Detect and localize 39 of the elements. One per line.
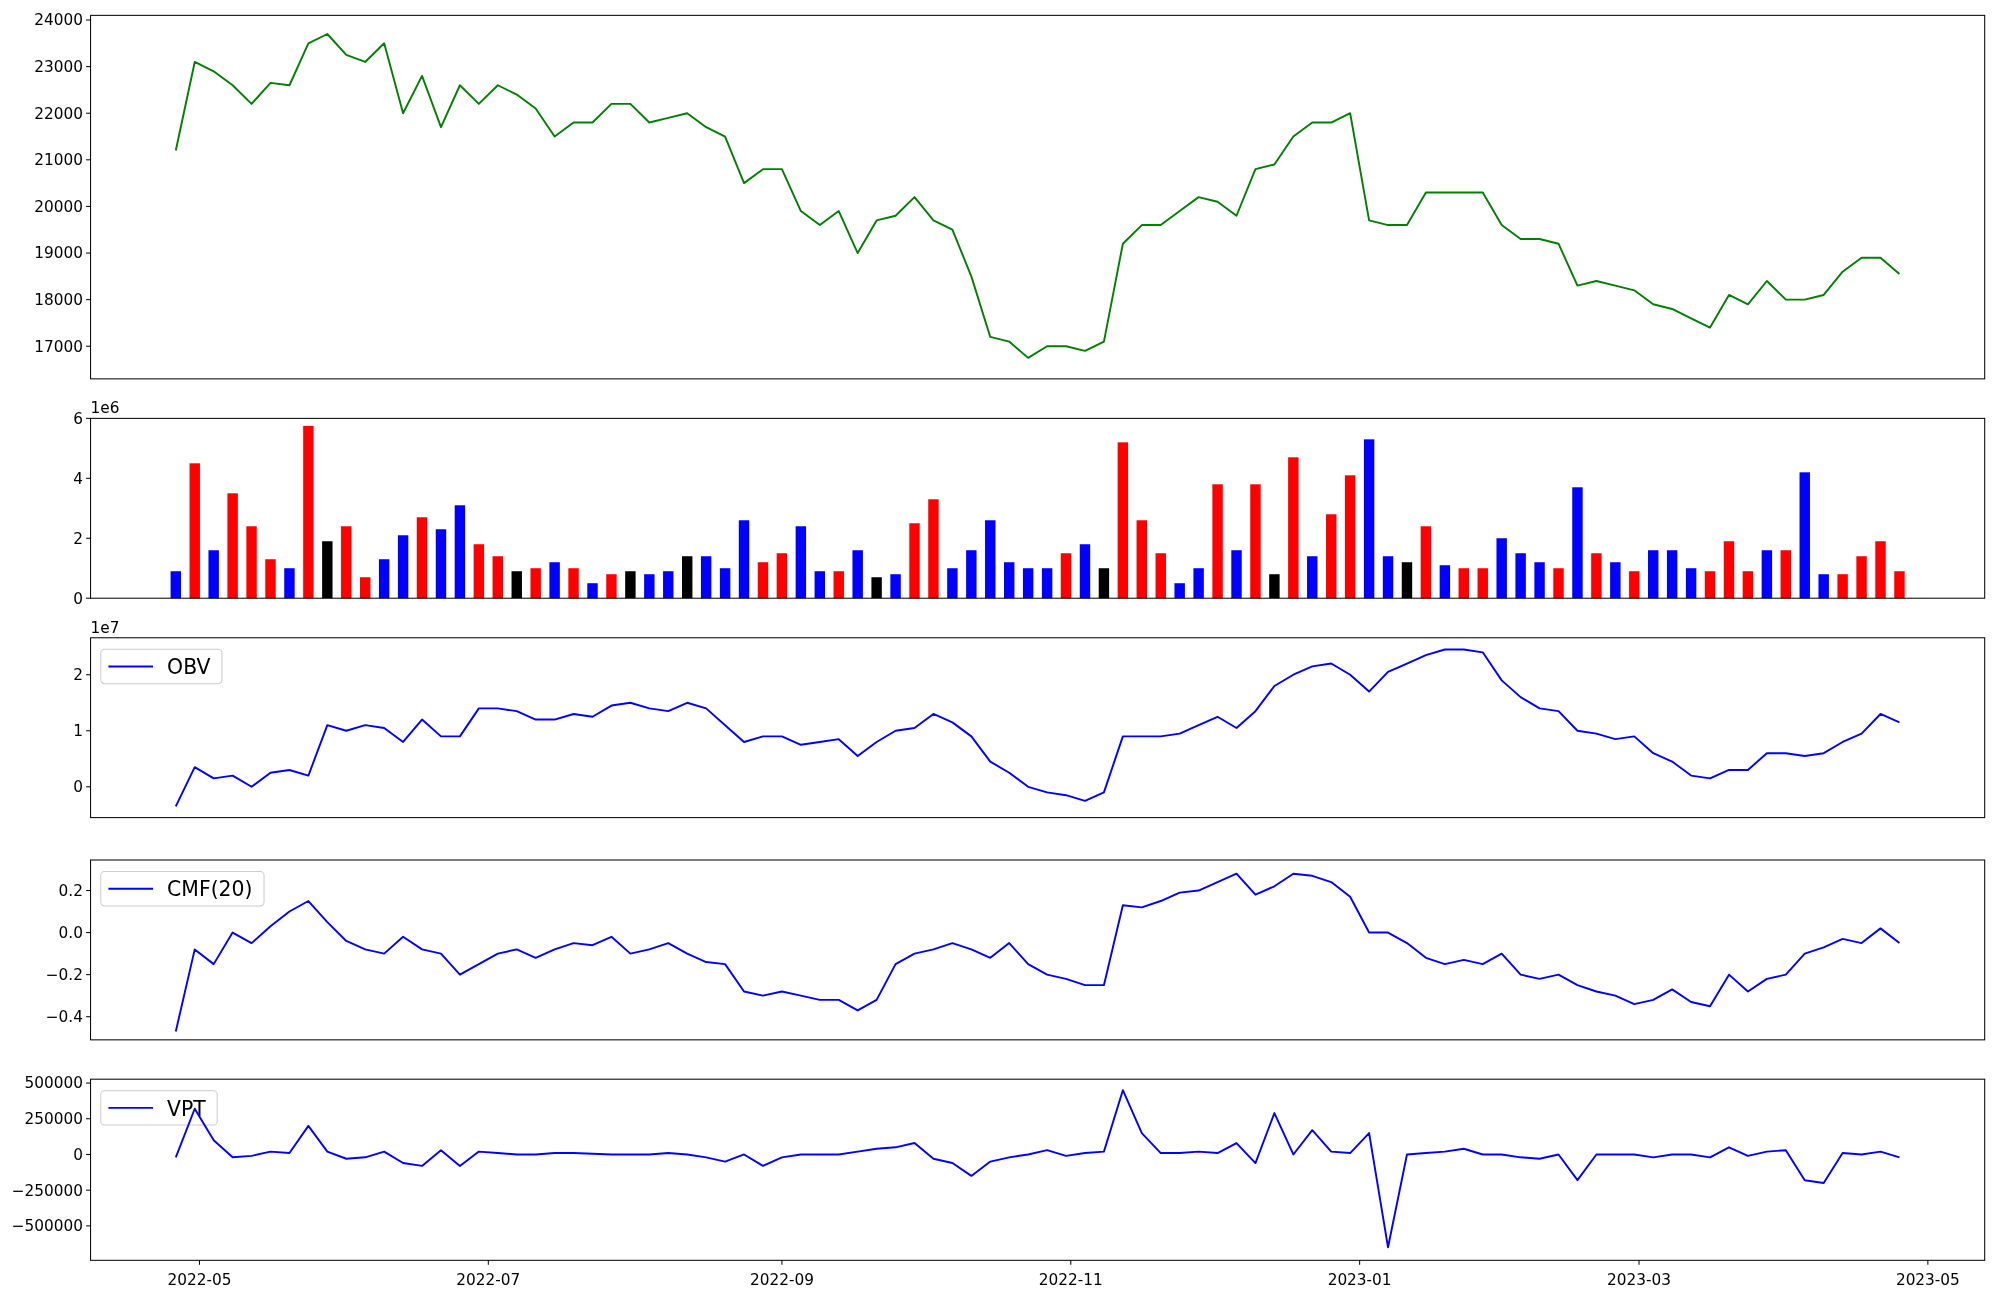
x-tick-label: 2022-07 (456, 1270, 521, 1289)
y-tick-label: 0 (73, 589, 83, 608)
y-tick-label: 23000 (34, 57, 83, 76)
y-tick-label: 17000 (34, 337, 83, 356)
y-tick-label: 2 (73, 529, 83, 548)
legend-line-icon (107, 887, 154, 890)
y-tick-label: −0.4 (45, 1007, 83, 1026)
y-tick-label: 22000 (34, 104, 83, 123)
y-tick-label: 0.0 (58, 923, 83, 942)
y-tick-label: 21000 (34, 151, 83, 170)
legend-label: VPT (167, 1096, 206, 1121)
legend-line-icon (107, 665, 154, 668)
legend-label: CMF(20) (167, 877, 253, 902)
y-tick-label: 4 (73, 469, 83, 488)
y-tick-label: −0.2 (45, 965, 83, 984)
x-tick-label: 2022-05 (167, 1270, 232, 1289)
y-tick-label: 1 (73, 722, 83, 741)
y-tick-label: 6 (73, 409, 83, 428)
axis-multiplier-label: 1e6 (90, 399, 120, 418)
y-tick-label: 0.2 (58, 881, 83, 900)
x-tick-label: 2022-09 (749, 1270, 814, 1289)
y-tick-label: −500000 (11, 1217, 83, 1236)
y-tick-label: 500000 (24, 1074, 83, 1093)
axis-multiplier-label: 1e7 (90, 618, 120, 637)
y-tick-label: 24000 (34, 11, 83, 30)
x-tick-label: 2022-11 (1038, 1270, 1103, 1289)
legend-line-icon (107, 1107, 154, 1109)
y-tick-label: −250000 (11, 1181, 83, 1200)
y-tick-label: 250000 (24, 1110, 83, 1129)
y-tick-label: 20000 (34, 197, 83, 216)
legend-label: OBV (167, 655, 211, 680)
y-tick-label: 2 (73, 666, 83, 685)
y-tick-label: 0 (73, 778, 83, 797)
y-tick-label: 18000 (34, 291, 83, 309)
x-tick-label: 2023-01 (1327, 1270, 1392, 1289)
x-tick-label: 2023-05 (1895, 1270, 1960, 1289)
y-tick-label: 0 (73, 1145, 83, 1164)
y-tick-label: 19000 (34, 244, 83, 263)
x-tick-label: 2023-03 (1607, 1270, 1671, 1289)
